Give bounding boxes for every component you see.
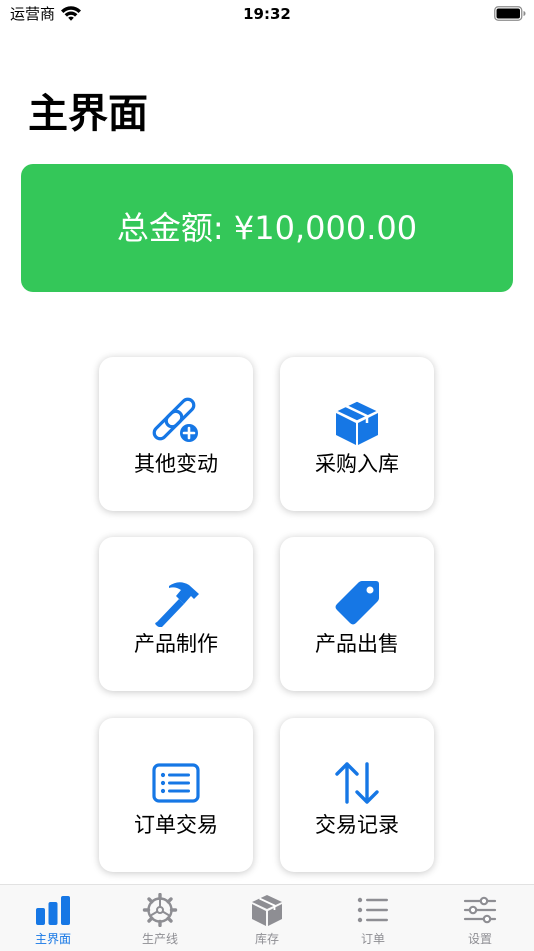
list-rectangle-icon	[151, 758, 201, 808]
box-icon	[332, 397, 382, 447]
total-amount-text: 总金额: ¥10,000.00	[116, 209, 418, 247]
link-plus-icon	[151, 397, 201, 447]
gear-icon	[142, 893, 178, 927]
action-card-label: 产品出售	[315, 632, 399, 656]
tab-label: 订单	[360, 932, 385, 946]
tab-settings[interactable]: 设置	[427, 885, 533, 951]
page-title: 主界面	[28, 91, 148, 137]
action-card-label: 订单交易	[134, 813, 218, 837]
tab-bar: 主界面 生产线 库存 订单 设置	[0, 884, 534, 951]
battery-icon	[494, 6, 526, 21]
tab-orders[interactable]: 订单	[320, 885, 426, 951]
tab-label: 主界面	[34, 932, 71, 946]
action-card-label: 交易记录	[315, 813, 399, 837]
total-amount-banner: 总金额: ¥10,000.00	[21, 164, 513, 292]
tab-label: 设置	[467, 932, 492, 946]
action-card-label: 其他变动	[134, 452, 218, 476]
list-icon	[355, 893, 391, 927]
status-bar: 运营商 19:32	[0, 0, 534, 28]
hammer-icon	[151, 577, 201, 627]
action-card-product-making[interactable]: 产品制作	[99, 537, 253, 691]
tab-label: 库存	[254, 932, 279, 946]
action-card-other-changes[interactable]: 其他变动	[99, 357, 253, 511]
sliders-icon	[462, 893, 498, 927]
tag-icon	[332, 577, 382, 627]
arrows-up-down-icon	[332, 758, 382, 808]
action-card-purchase-in[interactable]: 采购入库	[280, 357, 434, 511]
status-time: 19:32	[243, 5, 291, 23]
tab-inventory[interactable]: 库存	[214, 885, 320, 951]
tab-home[interactable]: 主界面	[0, 885, 106, 951]
action-card-label: 采购入库	[315, 452, 399, 476]
action-card-trade-records[interactable]: 交易记录	[280, 718, 434, 872]
action-card-product-sale[interactable]: 产品出售	[280, 537, 434, 691]
action-card-label: 产品制作	[134, 632, 218, 656]
tab-label: 生产线	[141, 932, 178, 946]
chart-bar-icon	[35, 893, 71, 927]
tab-production-line[interactable]: 生产线	[107, 885, 213, 951]
box-icon	[249, 893, 285, 927]
action-card-order-trade[interactable]: 订单交易	[99, 718, 253, 872]
